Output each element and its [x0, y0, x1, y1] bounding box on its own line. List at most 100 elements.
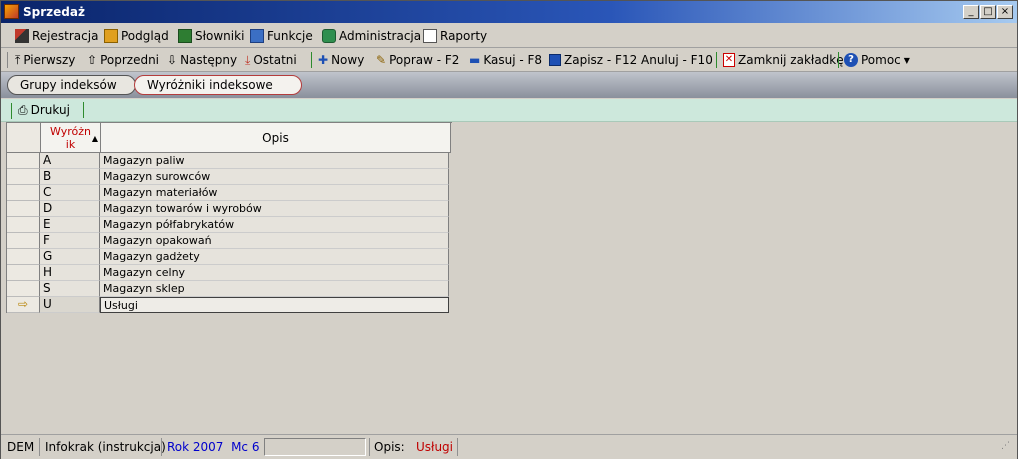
- table-row[interactable]: C Magazyn materiałów: [7, 185, 452, 201]
- help-icon: ?: [844, 53, 858, 67]
- status-user: Infokrak (instrukcja): [45, 440, 166, 454]
- cell-description[interactable]: Magazyn towarów i wyrobów: [100, 201, 449, 217]
- toolbar-separator: [311, 52, 312, 68]
- save-label: Zapisz - F12: [564, 53, 638, 67]
- tab-index-markers[interactable]: Wyróżniki indeksowe: [134, 75, 302, 95]
- table-row[interactable]: F Magazyn opakowań: [7, 233, 452, 249]
- column-header-code[interactable]: Wyróżn ik ▲: [41, 123, 101, 153]
- next-button[interactable]: ⇩ Następny: [167, 52, 237, 68]
- application-window: Sprzedaż _ □ × Rejestracja Podgląd Słown…: [0, 0, 1018, 459]
- table-row[interactable]: D Magazyn towarów i wyrobów: [7, 201, 452, 217]
- delete-button[interactable]: ▬ Kasuj - F8: [469, 52, 542, 68]
- maximize-button[interactable]: □: [980, 5, 996, 19]
- current-row-arrow-icon: ⇨: [17, 297, 29, 311]
- cell-code[interactable]: U: [40, 297, 100, 313]
- tab-index-groups[interactable]: Grupy indeksów: [7, 75, 136, 95]
- grid-body: A Magazyn paliw B Magazyn surowców C Magazyn …: [7, 153, 452, 313]
- cell-code[interactable]: C: [40, 185, 100, 201]
- menu-bar: Rejestracja Podgląd Słowniki Funkcje Adm…: [1, 24, 1017, 48]
- menu-functions[interactable]: Funkcje: [250, 28, 313, 44]
- cell-description[interactable]: Magazyn materiałów: [100, 185, 449, 201]
- print-button[interactable]: ⎙ Drukuj: [18, 102, 70, 118]
- navigation-toolbar: ⤒ Pierwszy ⇧ Poprzedni ⇩ Następny ⤓ Osta…: [1, 48, 1017, 72]
- table-row[interactable]: ⇨ U Usługi: [7, 297, 452, 313]
- functions-icon: [250, 29, 264, 43]
- cell-code[interactable]: B: [40, 169, 100, 185]
- minimize-button[interactable]: _: [963, 5, 979, 19]
- close-tab-button[interactable]: ✕ Zamknij zakładkę: [723, 52, 844, 68]
- grid-header: Wyróżn ik ▲ Opis: [7, 123, 452, 153]
- floppy-icon: [549, 54, 561, 66]
- grid-toolbar: ⎙ Drukuj: [1, 99, 1017, 122]
- row-selector[interactable]: [7, 249, 40, 265]
- print-label: Drukuj: [30, 103, 70, 117]
- pencil-icon: ✎: [376, 53, 387, 67]
- cell-description[interactable]: Magazyn paliw: [100, 153, 449, 169]
- cell-code[interactable]: S: [40, 281, 100, 297]
- chevron-down-icon: ▼: [903, 55, 910, 65]
- cell-code[interactable]: A: [40, 153, 100, 169]
- cell-description[interactable]: Magazyn celny: [100, 265, 449, 281]
- menu-functions-label: Funkcje: [267, 29, 313, 43]
- row-selector[interactable]: [7, 217, 40, 233]
- menu-dictionaries-label: Słowniki: [195, 29, 245, 43]
- new-label: Nowy: [331, 53, 365, 67]
- row-selector[interactable]: [7, 201, 40, 217]
- status-database: DEM: [7, 440, 35, 454]
- table-row[interactable]: E Magazyn półfabrykatów: [7, 217, 452, 233]
- column-header-description[interactable]: Opis: [101, 123, 451, 153]
- menu-registration[interactable]: Rejestracja: [15, 28, 98, 44]
- status-progress-box: [264, 438, 366, 456]
- close-button[interactable]: ×: [997, 5, 1013, 19]
- close-document-icon: ✕: [723, 53, 735, 67]
- first-button[interactable]: ⤒ Pierwszy: [15, 52, 75, 68]
- preview-icon: [104, 29, 118, 43]
- cell-description[interactable]: Magazyn sklep: [100, 281, 449, 297]
- cell-code[interactable]: H: [40, 265, 100, 281]
- menu-reports[interactable]: Raporty: [423, 28, 487, 44]
- status-description-value: Usługi: [416, 440, 454, 454]
- table-row[interactable]: A Magazyn paliw: [7, 153, 452, 169]
- row-selector[interactable]: ⇨: [7, 297, 40, 313]
- row-selector[interactable]: [7, 169, 40, 185]
- table-row[interactable]: H Magazyn celny: [7, 265, 452, 281]
- cell-description[interactable]: Magazyn półfabrykatów: [100, 217, 449, 233]
- cell-code[interactable]: E: [40, 217, 100, 233]
- row-selector[interactable]: [7, 153, 40, 169]
- row-selector[interactable]: [7, 265, 40, 281]
- cell-description[interactable]: Usługi: [100, 297, 449, 313]
- row-selector[interactable]: [7, 233, 40, 249]
- help-label: Pomoc: [861, 53, 901, 67]
- previous-label: Poprzedni: [100, 53, 160, 67]
- cell-description[interactable]: Magazyn gadżety: [100, 249, 449, 265]
- row-selector[interactable]: [7, 281, 40, 297]
- save-button[interactable]: Zapisz - F12: [549, 52, 637, 68]
- table-row[interactable]: B Magazyn surowców: [7, 169, 452, 185]
- menu-administration[interactable]: Administracja: [322, 28, 421, 44]
- cancel-button[interactable]: Anuluj - F10: [641, 52, 713, 68]
- menu-preview[interactable]: Podgląd: [104, 28, 169, 44]
- plus-icon: ✚: [318, 53, 329, 67]
- table-row[interactable]: S Magazyn sklep: [7, 281, 452, 297]
- cell-code[interactable]: G: [40, 249, 100, 265]
- cell-description[interactable]: Magazyn surowców: [100, 169, 449, 185]
- resize-grip-icon[interactable]: ⋰: [1001, 441, 1010, 451]
- previous-button[interactable]: ⇧ Poprzedni: [87, 52, 159, 68]
- printer-icon: ⎙: [18, 102, 28, 117]
- arrow-up-icon: ⇧: [87, 53, 98, 67]
- cell-code[interactable]: F: [40, 233, 100, 249]
- table-row[interactable]: G Magazyn gadżety: [7, 249, 452, 265]
- new-button[interactable]: ✚ Nowy: [318, 52, 364, 68]
- help-menu-button[interactable]: ? Pomoc ▼: [844, 52, 910, 68]
- menu-dictionaries[interactable]: Słowniki: [178, 28, 244, 44]
- cell-description[interactable]: Magazyn opakowań: [100, 233, 449, 249]
- status-period: Rok 2007 Mc 6: [167, 440, 260, 454]
- cell-code[interactable]: D: [40, 201, 100, 217]
- title-bar[interactable]: Sprzedaż _ □ ×: [1, 1, 1017, 23]
- last-button[interactable]: ⤓ Ostatni: [245, 52, 297, 68]
- row-selector[interactable]: [7, 185, 40, 201]
- tab-index-markers-label: Wyróżniki indeksowe: [147, 78, 273, 92]
- arrow-down-icon: ⇩: [167, 53, 178, 67]
- edit-button[interactable]: ✎ Popraw - F2: [376, 52, 459, 68]
- close-tab-label: Zamknij zakładkę: [738, 53, 844, 67]
